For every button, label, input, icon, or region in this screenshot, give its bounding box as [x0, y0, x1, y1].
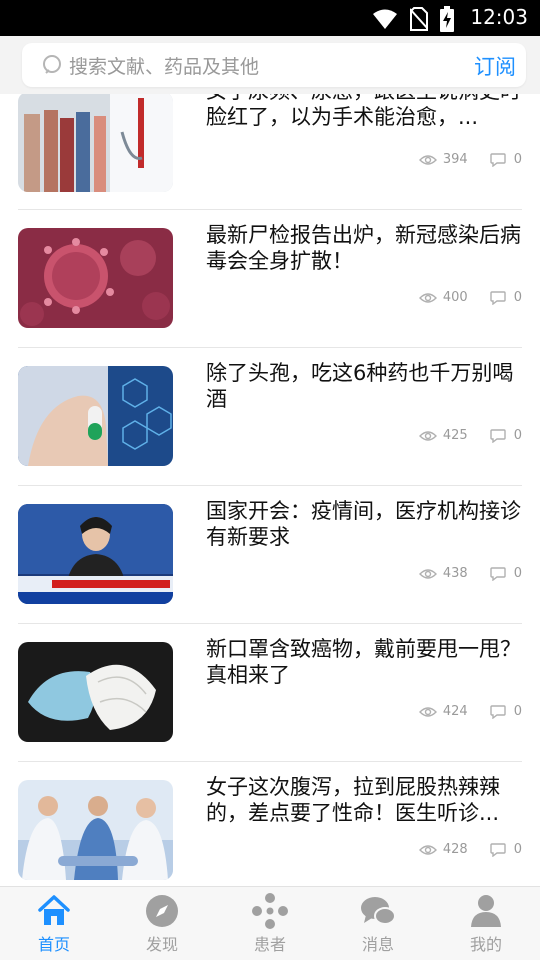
- chat-bubbles-icon: [361, 897, 396, 925]
- tab-label: 患者: [253, 935, 286, 954]
- article-item[interactable]: 女子尿频、尿急，跟医生说病史时脸红了，以为手术能治愈，... 394 0: [18, 94, 522, 210]
- article-thumbnail: [18, 504, 173, 604]
- tab-discover[interactable]: 发现: [108, 887, 216, 960]
- comments-count: 0: [513, 152, 522, 167]
- comments-icon: [490, 428, 506, 443]
- status-bar: 12:03: [0, 0, 540, 36]
- article-thumbnail: [18, 780, 173, 880]
- tab-profile[interactable]: 我的: [432, 887, 540, 960]
- search-header: 搜索文献、药品及其他 订阅: [0, 36, 540, 94]
- comments-count: 0: [513, 842, 522, 857]
- article-stats: 394 0: [418, 152, 522, 167]
- views-count: 400: [442, 290, 468, 305]
- search-placeholder: 搜索文献、药品及其他: [69, 56, 260, 78]
- comments-count: 0: [513, 566, 522, 581]
- subscribe-button[interactable]: 订阅: [474, 51, 516, 81]
- views-icon: [418, 706, 437, 717]
- home-icon: [38, 895, 70, 925]
- views-count: 428: [442, 842, 468, 857]
- article-thumbnail: [18, 366, 173, 466]
- bottom-nav: 首页 发现 患者 消息 我的: [0, 886, 540, 960]
- views-count: 394: [442, 152, 468, 167]
- tab-label: 我的: [469, 935, 502, 954]
- status-icons: [372, 6, 454, 32]
- tab-label: 发现: [145, 935, 178, 954]
- article-item[interactable]: 除了头孢，吃这6种药也千万别喝酒 425 0: [18, 348, 522, 486]
- tab-home[interactable]: 首页: [0, 887, 108, 960]
- article-item[interactable]: 新口罩含致癌物，戴前要甩一甩？真相来了 424 0: [18, 624, 522, 762]
- search-input[interactable]: 搜索文献、药品及其他 订阅: [22, 43, 526, 87]
- article-thumbnail: [18, 228, 173, 328]
- views-count: 438: [442, 566, 468, 581]
- article-title[interactable]: 除了头孢，吃这6种药也千万别喝酒: [206, 360, 522, 412]
- profile-icon: [471, 895, 501, 927]
- views-icon: [418, 292, 437, 303]
- compass-icon: [146, 895, 178, 927]
- article-title[interactable]: 女子这次腹泻，拉到屁股热辣辣的，差点要了性命！医生听诊...: [206, 774, 522, 826]
- comments-count: 0: [513, 704, 522, 719]
- comments-icon: [490, 152, 506, 167]
- patients-network-icon: [252, 893, 288, 929]
- views-icon: [418, 154, 437, 165]
- comments-icon: [490, 704, 506, 719]
- article-list[interactable]: 女子尿频、尿急，跟医生说病史时脸红了，以为手术能治愈，... 394 0 最新尸…: [0, 94, 540, 886]
- views-icon: [418, 430, 437, 441]
- article-item[interactable]: 国家开会：疫情间，医疗机构接诊有新要求 438 0: [18, 486, 522, 624]
- views-count: 424: [442, 704, 468, 719]
- tab-messages[interactable]: 消息: [324, 887, 432, 960]
- comments-icon: [490, 566, 506, 581]
- article-stats: 428 0: [418, 842, 522, 857]
- article-thumbnail: [18, 94, 173, 192]
- article-title[interactable]: 新口罩含致癌物，戴前要甩一甩？真相来了: [206, 636, 522, 688]
- article-stats: 424 0: [418, 704, 522, 719]
- tab-patients[interactable]: 患者: [216, 887, 324, 960]
- battery-charging-icon: [440, 6, 454, 32]
- wifi-icon: [373, 9, 397, 29]
- views-icon: [418, 568, 437, 579]
- comments-count: 0: [513, 290, 522, 305]
- article-item[interactable]: 女子这次腹泻，拉到屁股热辣辣的，差点要了性命！医生听诊... 428 0: [18, 762, 522, 886]
- article-title[interactable]: 最新尸检报告出炉，新冠感染后病毒会全身扩散！: [206, 222, 522, 274]
- no-sim-icon: [410, 7, 428, 31]
- comments-count: 0: [513, 428, 522, 443]
- article-title[interactable]: 国家开会：疫情间，医疗机构接诊有新要求: [206, 498, 522, 550]
- tab-label: 消息: [361, 935, 394, 954]
- comments-icon: [490, 290, 506, 305]
- article-item[interactable]: 最新尸检报告出炉，新冠感染后病毒会全身扩散！ 400 0: [18, 210, 522, 348]
- tab-label: 首页: [37, 935, 70, 954]
- article-thumbnail: [18, 642, 173, 742]
- article-stats: 425 0: [418, 428, 522, 443]
- views-icon: [418, 844, 437, 855]
- article-stats: 438 0: [418, 566, 522, 581]
- views-count: 425: [442, 428, 468, 443]
- status-time: 12:03: [470, 5, 528, 29]
- search-icon: [43, 55, 61, 74]
- comments-icon: [490, 842, 506, 857]
- article-title[interactable]: 女子尿频、尿急，跟医生说病史时脸红了，以为手术能治愈，...: [206, 94, 522, 130]
- article-stats: 400 0: [418, 290, 522, 305]
